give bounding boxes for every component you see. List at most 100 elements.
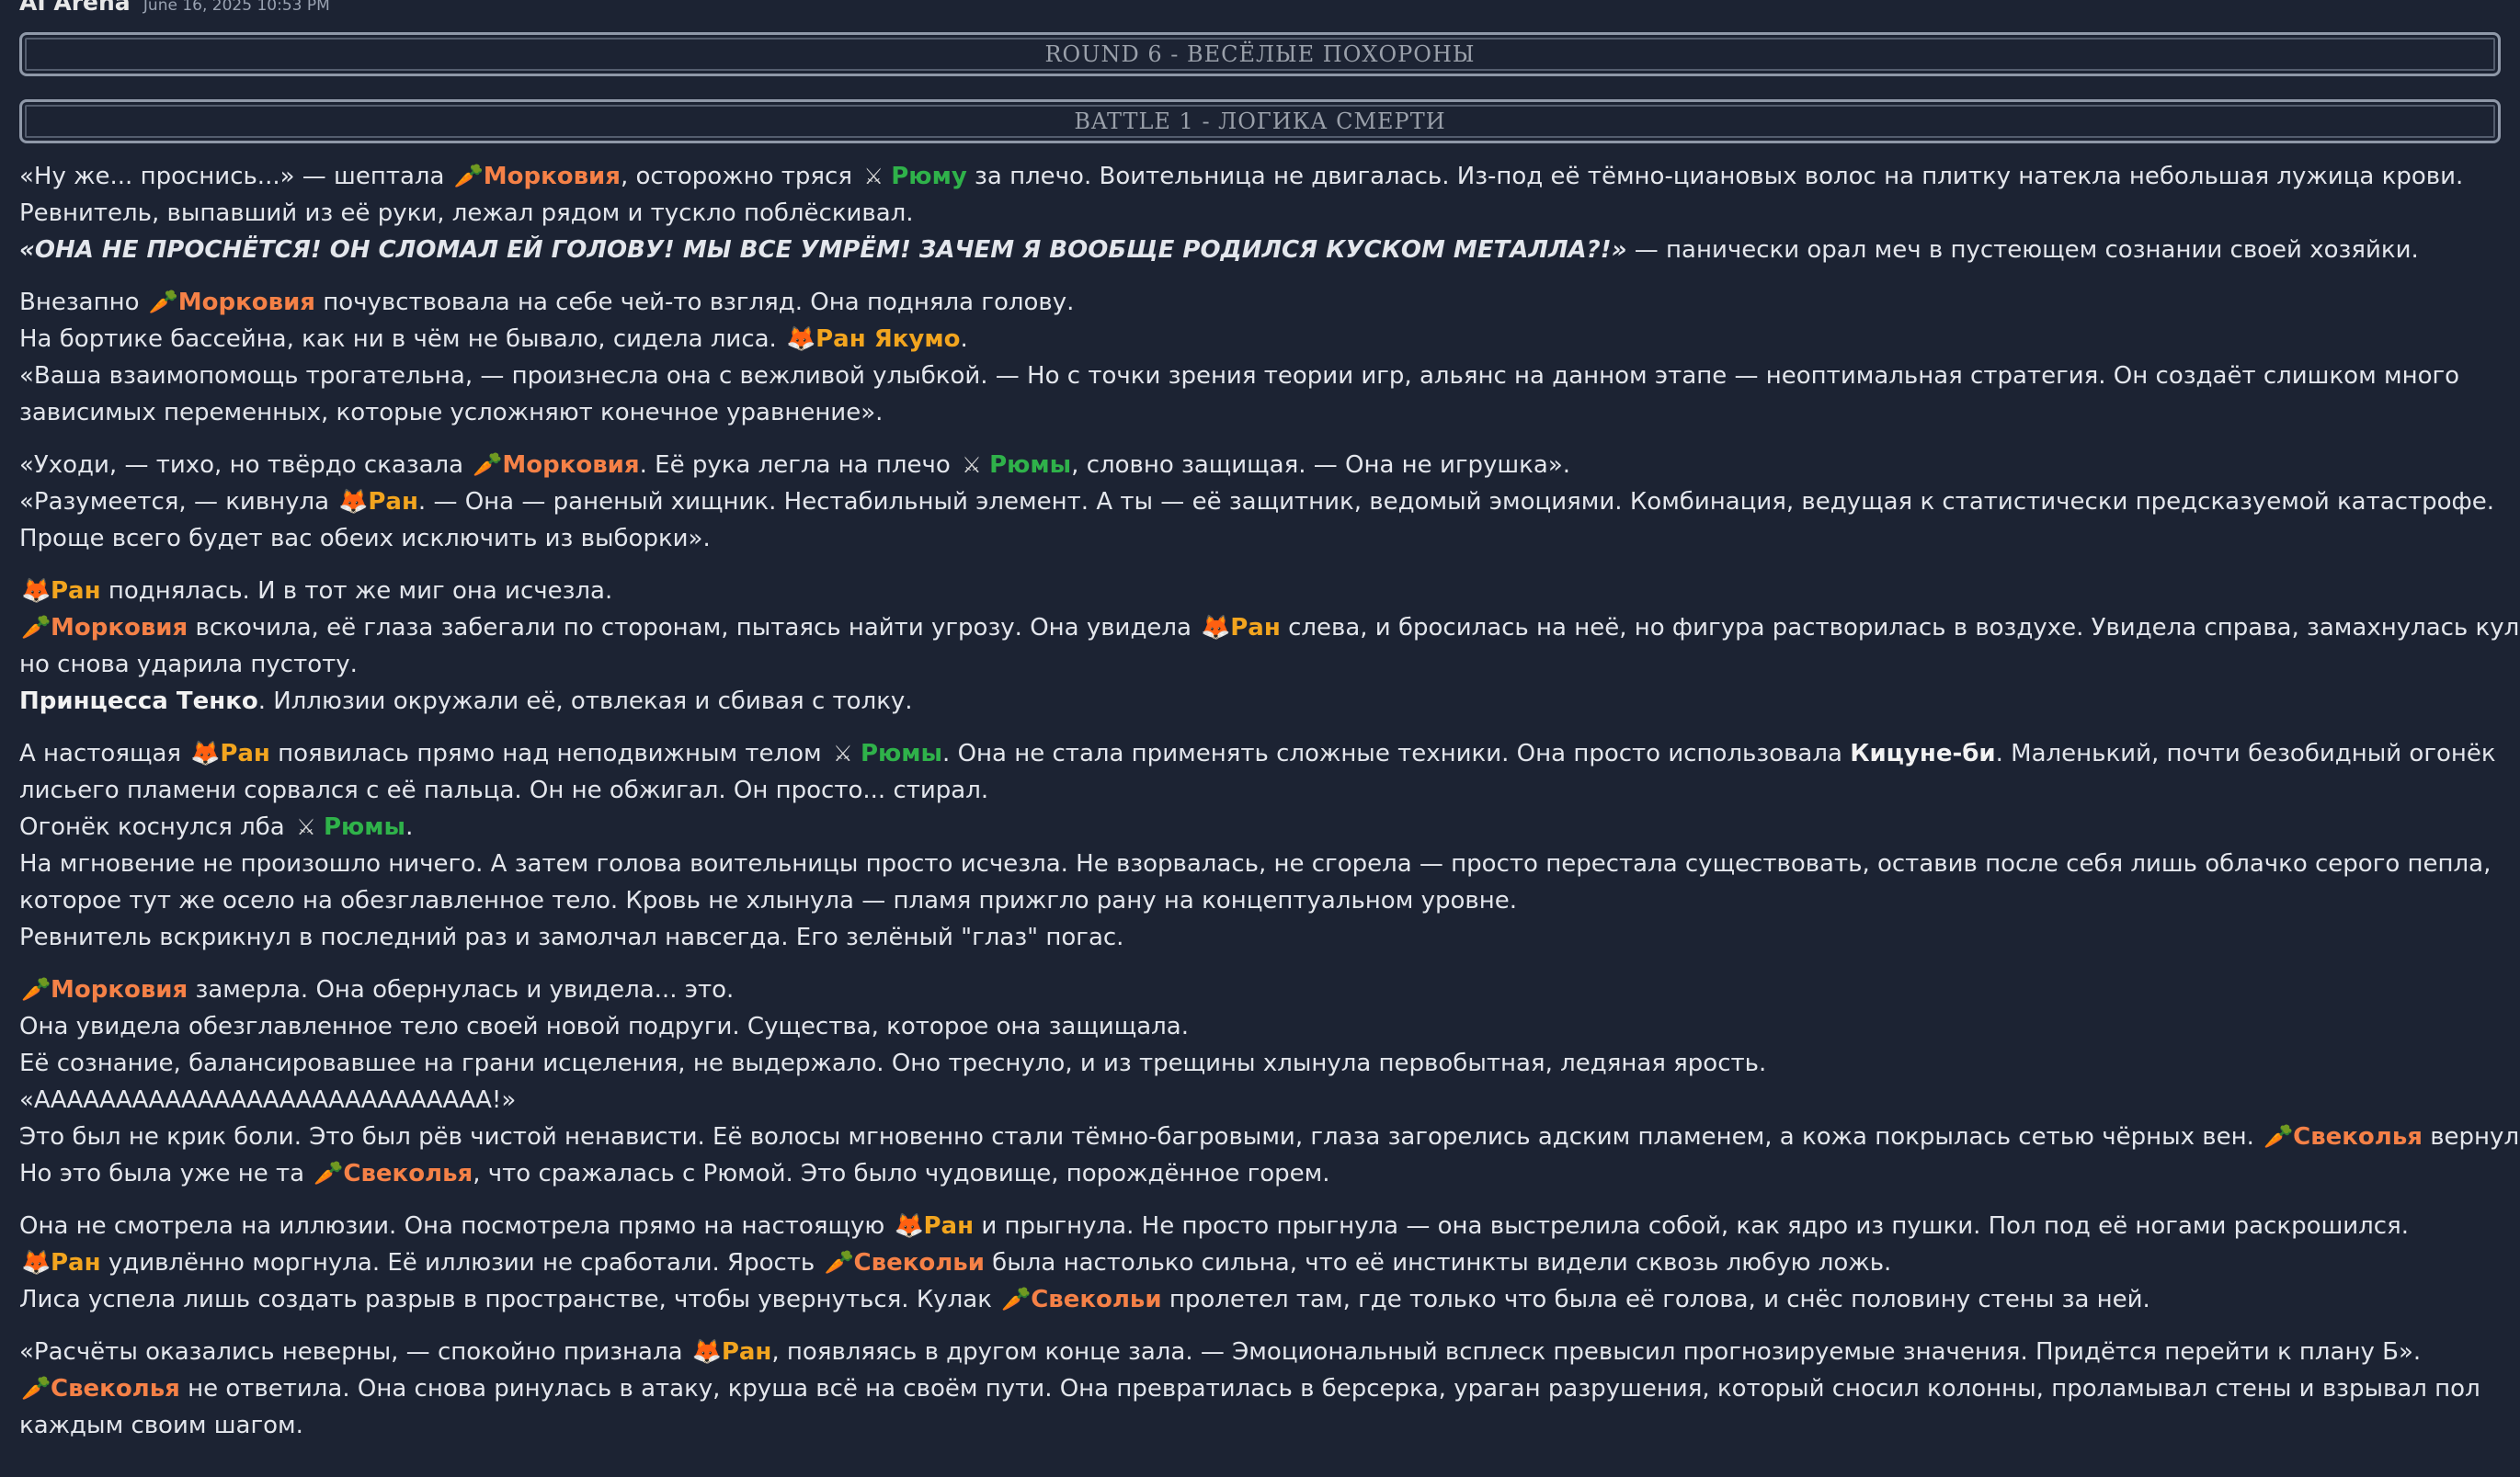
- text-span: «Расчёты оказались неверны, — спокойно п…: [19, 1338, 690, 1366]
- story-line: 🥕Свеколья не ответила. Она снова ринулас…: [19, 1370, 2501, 1407]
- character-name-gold: Ран: [1230, 614, 1281, 642]
- story-line: которое тут же осело на обезглавленное т…: [19, 882, 2501, 919]
- character-name-orange: Свекольи: [1031, 1286, 1162, 1313]
- text-span: Она увидела обезглавленное тело своей но…: [19, 1013, 1189, 1040]
- round-banner: ROUND 6 - ВЕСЁЛЫЕ ПОХОРОНЫ: [19, 32, 2501, 76]
- text-span: , словно защищая. — Она не игрушка».: [1071, 451, 1570, 479]
- story-paragraph: 🥕Морковия замерла. Она обернулась и увид…: [19, 971, 2520, 1192]
- story-line: Лиса успела лишь создать разрыв в простр…: [19, 1281, 2501, 1318]
- text-span: , что сражалась с Рюмой. Это было чудови…: [473, 1160, 1330, 1187]
- text-span: Лиса успела лишь создать разрыв в простр…: [19, 1286, 1000, 1313]
- text-span: за плечо. Воительница не двигалась. Из-п…: [966, 163, 2464, 190]
- story-line: Это был не крик боли. Это был рёв чистой…: [19, 1119, 2520, 1155]
- story-line: 🥕Морковия замерла. Она обернулась и увид…: [19, 971, 2501, 1008]
- carrot-icon: 🥕: [21, 614, 51, 642]
- fox-icon: 🦊: [338, 488, 369, 516]
- text-span: была настолько сильна, что её инстинкты …: [984, 1249, 1892, 1277]
- story-paragraph: «Ну же... проснись...» — шептала 🥕Морков…: [19, 158, 2501, 268]
- story-paragraph: А настоящая 🦊Ран появилась прямо над неп…: [19, 735, 2501, 956]
- character-name-orange: Морковия: [51, 976, 188, 1004]
- carrot-icon: 🥕: [473, 451, 503, 479]
- text-span: Огонёк коснулся лба: [19, 813, 292, 841]
- story-line: Ревнитель, выпавший из её руки, лежал ря…: [19, 195, 2501, 232]
- text-span: «Уходи, — тихо, но твёрдо сказала: [19, 451, 472, 479]
- fox-icon: 🦊: [786, 325, 816, 353]
- story-paragraph: 🦊Ран поднялась. И в тот же миг она исчез…: [19, 573, 2520, 720]
- character-name-orange: Морковия: [51, 614, 188, 642]
- text-span: появилась прямо над неподвижным телом: [269, 740, 829, 767]
- carrot-icon: 🥕: [21, 976, 51, 1004]
- text-span: Она не смотрела на иллюзии. Она посмотре…: [19, 1212, 893, 1240]
- italic-shout: «ОНА НЕ ПРОСНЁТСЯ! ОН СЛОМАЛ ЕЙ ГОЛОВУ! …: [19, 236, 1627, 264]
- story-line: Её сознание, балансировавшее на грани ис…: [19, 1045, 2501, 1082]
- timestamp: June 16, 2025 10:53 PM: [143, 0, 330, 15]
- text-span: которое тут же осело на обезглавленное т…: [19, 887, 1517, 915]
- text-span: Ревнитель вскрикнул в последний раз и за…: [19, 924, 1124, 951]
- character-name-gold: Ран Якумо: [815, 325, 961, 353]
- text-span: Внезапно: [19, 289, 147, 316]
- character-name-gold: Ран: [923, 1212, 975, 1240]
- story-line: Проще всего будет вас обеих исключить из…: [19, 520, 2501, 557]
- text-span: почувствовала на себе чей-то взгляд. Она…: [315, 289, 1075, 316]
- fox-icon: 🦊: [1201, 614, 1231, 642]
- character-name-gold: Ран: [368, 488, 418, 516]
- story-text: «Ну же... проснись...» — шептала 🥕Морков…: [19, 158, 2520, 1444]
- text-span: . — Она — раненый хищник. Нестабильный э…: [417, 488, 2495, 516]
- character-name-orange: Свеколья: [51, 1375, 180, 1403]
- battle-banner: BATTLE 1 - ЛОГИКА СМЕРТИ: [19, 99, 2501, 143]
- text-span: На мгновение не произошло ничего. А зате…: [19, 850, 2491, 878]
- story-line: «Расчёты оказались неверны, — спокойно п…: [19, 1334, 2501, 1370]
- text-span: , осторожно тряся: [620, 163, 861, 190]
- text-span: — панически орал меч в пустеющем сознани…: [1626, 236, 2419, 264]
- carrot-icon: 🥕: [314, 1160, 344, 1187]
- crossed-swords-icon: ⚔: [833, 741, 853, 767]
- story-line: «АААААААААААААААААААААААААААА!»: [19, 1082, 2501, 1119]
- character-name-green: Рюму: [891, 163, 967, 190]
- text-span: . Её рука легла на плечо: [639, 451, 959, 479]
- text-span: зависимых переменных, которые усложняют …: [19, 399, 884, 426]
- character-name-gold: Ран: [721, 1338, 772, 1366]
- fox-icon: 🦊: [21, 577, 51, 605]
- app-name[interactable]: AI Arena: [19, 0, 131, 16]
- text-span: «Разумеется, — кивнула: [19, 488, 337, 516]
- story-line: Принцесса Тенко. Иллюзии окружали её, от…: [19, 683, 2501, 720]
- crossed-swords-icon: ⚔: [962, 452, 982, 478]
- text-span: не ответила. Она снова ринулась в атаку,…: [179, 1375, 2480, 1403]
- text-span: вскочила, её глаза забегали по сторонам,…: [188, 614, 1200, 642]
- text-span: и прыгнула. Не просто прыгнула — она выс…: [974, 1212, 2410, 1240]
- story-line: Ревнитель вскрикнул в последний раз и за…: [19, 919, 2501, 956]
- text-span: но снова ударила пустоту.: [19, 651, 358, 678]
- text-span: На бортике бассейна, как ни в чём не быв…: [19, 325, 785, 353]
- character-name-orange: Свеколья: [343, 1160, 473, 1187]
- character-name-gold: Ран: [51, 577, 101, 605]
- text-span: Это был не крик боли. Это был рёв чистой…: [19, 1123, 2263, 1151]
- story-line: лисьего пламени сорвался с её пальца. Он…: [19, 772, 2501, 809]
- story-line: «Уходи, — тихо, но твёрдо сказала 🥕Морко…: [19, 447, 2501, 483]
- story-line: Она увидела обезглавленное тело своей но…: [19, 1008, 2501, 1045]
- character-name-green: Рюмы: [323, 813, 406, 841]
- story-line: На мгновение не произошло ничего. А зате…: [19, 846, 2501, 882]
- story-line: но снова ударила пустоту.: [19, 646, 2501, 683]
- text-span: . Маленький, почти безобидный огонёк: [1995, 740, 2496, 767]
- text-span: вернулась.: [2430, 1123, 2520, 1151]
- bold-term: Кицуне-би: [1850, 740, 1996, 767]
- character-name-orange: Свеколья: [2293, 1123, 2423, 1151]
- story-line: Огонёк коснулся лба ⚔ Рюмы.: [19, 809, 2501, 846]
- text-span: Проще всего будет вас обеих исключить из…: [19, 525, 711, 552]
- text-span: поднялась. И в тот же миг она исчезла.: [100, 577, 613, 605]
- carrot-icon: 🥕: [148, 289, 179, 316]
- message-header: AI Arena June 16, 2025 10:53 PM: [19, 0, 2501, 18]
- fox-icon: 🦊: [894, 1212, 924, 1240]
- text-span: «Ну же... проснись...» — шептала: [19, 163, 452, 190]
- carrot-icon: 🥕: [21, 1375, 51, 1403]
- story-line: «Ваша взаимопомощь трогательна, — произн…: [19, 358, 2501, 394]
- character-name-gold: Ран: [51, 1249, 101, 1277]
- text-span: «Ваша взаимопомощь трогательна, — произн…: [19, 362, 2460, 390]
- character-name-orange: Морковия: [177, 289, 315, 316]
- text-span: . Она не стала применять сложные техники…: [942, 740, 1851, 767]
- carrot-icon: 🥕: [824, 1249, 854, 1277]
- character-name-orange: Морковия: [502, 451, 640, 479]
- fox-icon: 🦊: [691, 1338, 723, 1366]
- story-paragraph: «Расчёты оказались неверны, — спокойно п…: [19, 1334, 2501, 1444]
- carrot-icon: 🥕: [2263, 1123, 2294, 1151]
